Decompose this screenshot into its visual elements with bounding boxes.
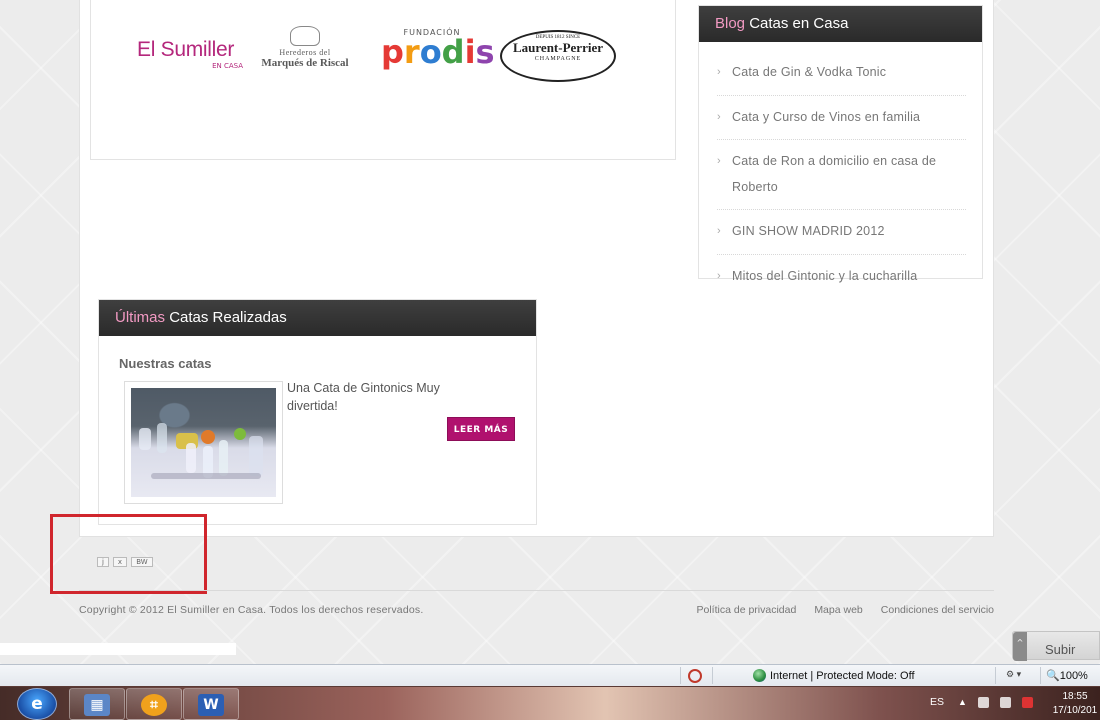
blog-item-label: Cata y Curso de Vinos en familia <box>732 109 921 124</box>
zoom-level[interactable]: 🔍100% <box>1046 669 1088 682</box>
zoom-level-label: 100% <box>1059 670 1088 682</box>
taskbar-app-button[interactable]: ⌗ <box>126 688 182 720</box>
blog-title-rest: Catas en Casa <box>749 15 849 32</box>
blog-widget: Blog Catas en Casa › Cata de Gin & Vodka … <box>698 5 983 283</box>
chevron-right-icon: › <box>717 155 721 167</box>
blog-item-label: Cata de Ron a domicilio en casa de Rober… <box>732 154 937 194</box>
chevron-right-icon: › <box>717 269 721 282</box>
mini-button[interactable]: x <box>113 557 127 567</box>
word-icon: W <box>198 694 224 716</box>
crest-icon <box>290 26 320 46</box>
calculator-icon: ▦ <box>84 694 110 716</box>
laurent-bottom-text: CHAMPAGNE <box>534 56 582 62</box>
ultimas-title-highlight: Últimas <box>115 309 166 326</box>
sponsors-panel: El Sumiller EN CASA Herederos del Marqué… <box>90 0 676 160</box>
blog-list: › Cata de Gin & Vodka Tonic › Cata y Curso… <box>699 42 982 298</box>
privacy-link[interactable]: Política de privacidad <box>697 604 797 616</box>
security-zone[interactable]: Internet | Protected Mode: Off <box>753 669 915 682</box>
blog-list-item[interactable]: › Cata y Curso de Vinos en familia <box>717 96 966 140</box>
ie-taskbar-button[interactable]: e <box>17 688 57 720</box>
chevron-right-icon: › <box>717 66 721 78</box>
leer-mas-button[interactable]: LEER MÁS <box>447 417 515 441</box>
ultimas-title-rest: Catas Realizadas <box>169 309 287 326</box>
taskbar-app-button[interactable]: ▦ <box>69 688 125 720</box>
chevron-right-icon: › <box>717 225 721 237</box>
network-icon[interactable] <box>1000 697 1011 708</box>
mini-buttons: j x BW <box>97 557 153 567</box>
chevron-up-icon: ^ <box>1013 632 1027 661</box>
language-indicator[interactable]: ES <box>930 696 944 708</box>
blog-list-item[interactable]: › Cata de Gin & Vodka Tonic <box>717 60 966 96</box>
blog-item-label: Mitos del Gintonic y la cucharilla <box>732 268 918 283</box>
footer-links: Política de privacidad Mapa web Condicio… <box>697 604 995 616</box>
blog-list-item[interactable]: › Mitos del Gintonic y la cucharilla <box>717 255 966 299</box>
prodis-logo[interactable]: FUNDACIÓN prodis <box>381 28 495 86</box>
marques-de-riscal-logo[interactable]: Herederos del Marqués de Riscal <box>255 26 355 82</box>
marques-logo-line2: Marqués de Riscal <box>261 57 349 69</box>
taskbar-app-button[interactable]: W <box>183 688 239 720</box>
status-separator <box>1040 667 1041 684</box>
privacy-icon[interactable] <box>688 669 702 683</box>
app-orange-icon: ⌗ <box>141 694 167 716</box>
blog-list-item[interactable]: › GIN SHOW MADRID 2012 <box>717 210 966 255</box>
mini-button[interactable]: j <box>97 557 109 567</box>
cata-caption: Una Cata de Gintonics Muy divertida! <box>287 381 440 413</box>
cata-photo[interactable] <box>124 381 283 504</box>
browser-status-bar: Internet | Protected Mode: Off ⚙ ▾ 🔍100% <box>0 664 1100 686</box>
footer-divider <box>79 590 994 591</box>
protected-mode-dropdown-icon[interactable]: ⚙ ▾ <box>1006 669 1021 680</box>
internet-explorer-icon: e <box>31 694 43 714</box>
mini-button[interactable]: BW <box>131 557 153 567</box>
sitemap-link[interactable]: Mapa web <box>814 604 862 616</box>
ultimas-catas-widget: Últimas Catas Realizadas Nuestras catas … <box>98 299 537 525</box>
terms-link[interactable]: Condiciones del servicio <box>881 604 994 616</box>
annotation-highlight-box <box>50 514 207 594</box>
prodis-name: prodis <box>381 33 495 71</box>
ultimas-subtitle: Nuestras catas <box>119 356 212 371</box>
scroll-top-label: Subir <box>1045 642 1076 657</box>
status-separator <box>680 667 681 684</box>
volume-icon[interactable] <box>1022 697 1033 708</box>
marques-logo-line1: Herederos del <box>279 48 331 57</box>
tray-expand-icon[interactable]: ▲ <box>958 697 969 708</box>
copyright-text: Copyright © 2012 El Sumiller en Casa. To… <box>79 604 424 616</box>
status-separator <box>995 667 996 684</box>
blog-item-label: GIN SHOW MADRID 2012 <box>732 224 885 238</box>
cata-photo-image <box>131 388 276 497</box>
blog-widget-header: Blog Catas en Casa <box>699 6 982 42</box>
sumiller-logo[interactable]: El Sumiller EN CASA <box>137 38 247 72</box>
laurent-perrier-logo[interactable]: DEPUIS 1812 SINCE Laurent-Perrier CHAMPA… <box>500 30 616 82</box>
horizontal-scrollbar[interactable] <box>0 643 236 655</box>
blog-title-highlight: Blog <box>715 15 746 32</box>
sumiller-logo-subtext: EN CASA <box>212 62 243 70</box>
scroll-top-button[interactable]: ^ Subir <box>1012 631 1100 661</box>
flag-icon[interactable] <box>978 697 989 708</box>
clock-date: 17/10/201 <box>1052 705 1098 716</box>
sumiller-logo-text: El Sumiller <box>137 38 235 61</box>
clock-time: 18:55 <box>1062 691 1088 702</box>
clock[interactable]: 18:55 17/10/201 <box>1050 690 1100 718</box>
laurent-name: Laurent-Perrier <box>513 40 603 55</box>
ultimas-widget-header: Últimas Catas Realizadas <box>99 300 536 336</box>
blog-item-label: Cata de Gin & Vodka Tonic <box>732 65 887 79</box>
windows-taskbar: e ▦ ⌗ W ES ▲ 18:55 17/10/201 <box>0 686 1100 720</box>
security-zone-label: Internet | Protected Mode: Off <box>770 669 915 682</box>
globe-icon <box>753 669 766 682</box>
blog-list-item[interactable]: › Cata de Ron a domicilio en casa de Robe… <box>717 140 966 210</box>
status-separator <box>712 667 713 684</box>
chevron-right-icon: › <box>717 110 721 123</box>
